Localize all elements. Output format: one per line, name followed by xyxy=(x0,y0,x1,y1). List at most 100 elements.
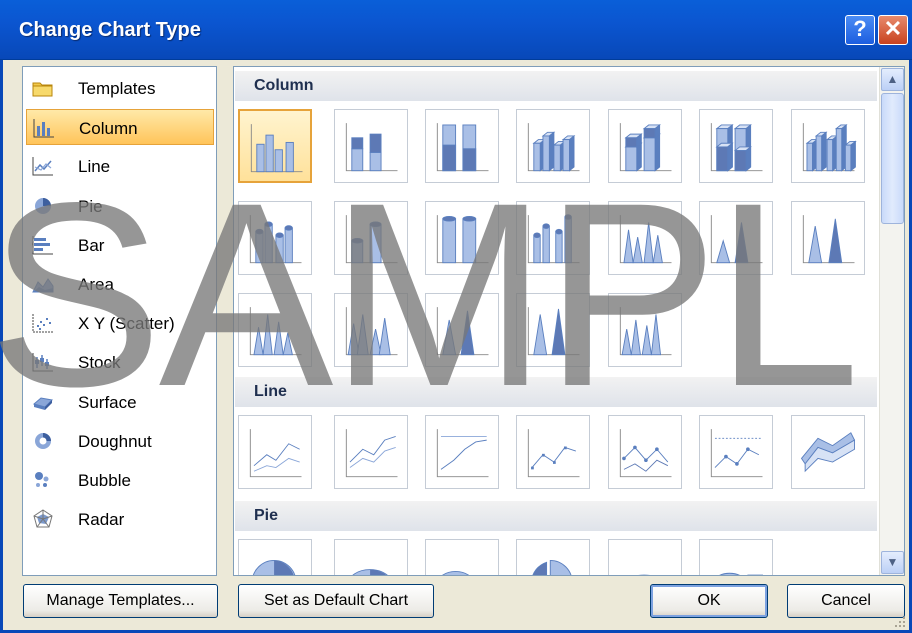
column-chart-thumbnail-icon xyxy=(249,215,302,264)
column-chart-thumbnail-icon xyxy=(436,123,489,172)
line-chart-thumbnail-icon xyxy=(345,429,398,478)
pie-subtype-tile[interactable] xyxy=(425,539,499,575)
cancel-button[interactable]: Cancel xyxy=(787,584,905,618)
column-subtype-tile[interactable] xyxy=(238,293,312,367)
section-title: Pie xyxy=(254,507,279,524)
column-chart-thumbnail-icon xyxy=(710,123,763,172)
column-subtype-tile[interactable] xyxy=(516,109,590,183)
category-item-templates[interactable]: Templates xyxy=(26,70,214,106)
line-chart-thumbnail-icon xyxy=(619,429,672,478)
pie-subtype-tile[interactable] xyxy=(516,539,590,575)
pie-subtype-tile[interactable] xyxy=(334,539,408,575)
line-subtype-tile[interactable] xyxy=(516,415,590,489)
folder-icon xyxy=(32,82,53,97)
section-header-line: Line xyxy=(235,377,877,407)
bubble-chart-icon xyxy=(35,472,49,487)
column-subtype-tile[interactable] xyxy=(238,109,312,183)
column-chart-thumbnail-icon xyxy=(527,307,580,356)
chart-subtype-gallery: Pie Line Column ▲ ▼ xyxy=(233,66,905,576)
radar-chart-icon xyxy=(33,509,53,528)
column-subtype-tile[interactable] xyxy=(791,201,865,275)
category-item-radar[interactable]: Radar xyxy=(26,501,214,537)
manage-templates-button[interactable]: Manage Templates... xyxy=(23,584,218,618)
column-subtype-tile[interactable] xyxy=(699,109,773,183)
column-subtype-tile[interactable] xyxy=(425,201,499,275)
window-title: Change Chart Type xyxy=(19,19,201,41)
column-subtype-tile[interactable] xyxy=(334,109,408,183)
category-label: Column xyxy=(79,119,138,139)
category-item-bubble[interactable]: Bubble xyxy=(26,462,214,498)
category-item-bar[interactable]: Bar xyxy=(26,227,214,263)
column-subtype-tile[interactable] xyxy=(608,109,682,183)
category-label: Bar xyxy=(78,235,105,255)
category-item-line[interactable]: Line xyxy=(26,148,214,184)
pie-chart-icon xyxy=(35,197,51,214)
line-subtype-tile[interactable] xyxy=(425,415,499,489)
bar-chart-icon xyxy=(32,235,53,255)
category-label: Bubble xyxy=(78,471,131,490)
category-item-area[interactable]: Area xyxy=(26,266,214,302)
column-subtype-tile[interactable] xyxy=(425,293,499,367)
category-item-doughnut[interactable]: Doughnut xyxy=(26,423,214,459)
category-label: Surface xyxy=(78,392,137,412)
pie-chart-thumbnail-icon xyxy=(352,569,388,575)
column-subtype-tile[interactable] xyxy=(608,201,682,275)
line-chart-thumbnail-icon xyxy=(436,429,489,478)
category-label: Line xyxy=(78,157,111,177)
category-item-stock[interactable]: Stock xyxy=(26,344,214,380)
pie-chart-thumbnail-icon xyxy=(252,560,296,575)
scatter-chart-icon xyxy=(32,314,53,333)
resize-grip-icon[interactable] xyxy=(893,615,907,629)
column-chart-thumbnail-icon xyxy=(436,307,489,356)
line-chart-thumbnail-icon xyxy=(249,429,302,478)
pie-subtype-tile[interactable] xyxy=(238,539,312,575)
chart-category-list: Templates Column Line Pie Bar Area X Y (Scatte… xyxy=(22,66,217,576)
column-subtype-tile[interactable] xyxy=(334,201,408,275)
scroll-thumb[interactable] xyxy=(881,93,904,224)
column-chart-thumbnail-icon xyxy=(619,307,672,356)
stock-chart-icon xyxy=(32,353,53,372)
column-subtype-tile[interactable] xyxy=(699,201,773,275)
column-subtype-tile[interactable] xyxy=(238,201,312,275)
line-subtype-tile[interactable] xyxy=(238,415,312,489)
column-subtype-tile[interactable] xyxy=(516,201,590,275)
column-chart-thumbnail-icon xyxy=(619,215,672,264)
category-item-pie[interactable]: Pie xyxy=(26,188,214,224)
scroll-up-button[interactable]: ▲ xyxy=(881,68,904,91)
category-label: Area xyxy=(78,275,114,294)
column-subtype-tile[interactable] xyxy=(425,109,499,183)
line-subtype-tile[interactable] xyxy=(334,415,408,489)
close-button[interactable]: ✕ xyxy=(878,15,908,45)
gallery-scrollbar[interactable]: ▲ ▼ xyxy=(879,67,904,575)
pie-chart-thumbnail-icon xyxy=(638,574,650,575)
category-item-surface[interactable]: Surface xyxy=(26,384,214,420)
pie-subtype-tile[interactable] xyxy=(699,539,773,575)
doughnut-chart-icon xyxy=(35,432,51,449)
help-button[interactable]: ? xyxy=(845,15,875,45)
scroll-down-button[interactable]: ▼ xyxy=(881,551,904,574)
category-label: Doughnut xyxy=(78,431,152,451)
column-chart-icon xyxy=(33,119,54,138)
category-item-x-y-scatter[interactable]: X Y (Scatter) xyxy=(26,305,214,341)
column-chart-thumbnail-icon xyxy=(249,307,302,356)
column-chart-thumbnail-icon xyxy=(710,215,763,264)
pie-chart-thumbnail-icon xyxy=(442,570,470,575)
column-chart-thumbnail-icon xyxy=(345,123,398,172)
column-chart-thumbnail-icon xyxy=(619,123,672,172)
column-subtype-tile[interactable] xyxy=(516,293,590,367)
line-subtype-tile[interactable] xyxy=(791,415,865,489)
line-subtype-tile[interactable] xyxy=(699,415,773,489)
pie-subtype-tile[interactable] xyxy=(608,539,682,575)
column-chart-thumbnail-icon xyxy=(802,215,855,264)
column-subtype-tile[interactable] xyxy=(334,293,408,367)
set-default-chart-button[interactable]: Set as Default Chart xyxy=(238,584,434,618)
column-chart-thumbnail-icon xyxy=(802,123,857,172)
section-header-pie: Pie xyxy=(235,501,877,531)
column-subtype-tile[interactable] xyxy=(791,109,865,183)
line-subtype-tile[interactable] xyxy=(608,415,682,489)
column-subtype-tile[interactable] xyxy=(608,293,682,367)
column-chart-thumbnail-icon xyxy=(345,215,398,264)
ok-button[interactable]: OK xyxy=(650,584,768,618)
area-chart-icon xyxy=(32,278,54,293)
category-item-column[interactable]: Column xyxy=(26,109,214,146)
